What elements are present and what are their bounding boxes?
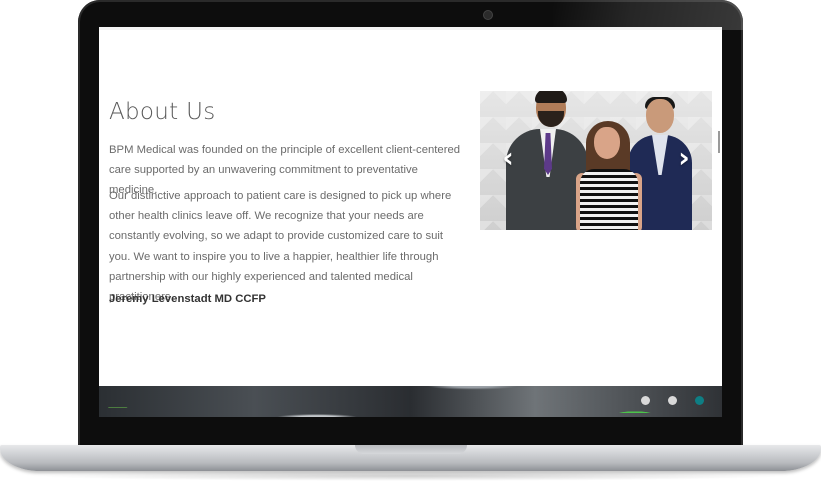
author-signature: Jeremy Levenstadt MD CCFP (109, 293, 266, 305)
image-slider[interactable]: ‹ › (480, 91, 712, 230)
photo-detail (646, 99, 674, 133)
lid-opening-notch (355, 445, 467, 454)
photo-detail (580, 169, 638, 230)
carousel-dot-3-active[interactable] (695, 396, 704, 405)
photo-detail (535, 91, 567, 103)
carousel-dot-2[interactable] (668, 396, 677, 405)
header-strip (99, 27, 722, 30)
chevron-right-icon[interactable]: › (674, 144, 694, 172)
carousel-dots (641, 396, 704, 405)
hero-banner (99, 386, 722, 417)
laptop-screen: About Us BPM Medical was founded on the … (99, 27, 722, 417)
chevron-left-icon[interactable]: ‹ (498, 144, 518, 172)
webcam-icon (484, 11, 492, 19)
about-paragraph-2: Our distinctive approach to patient care… (109, 190, 452, 304)
carousel-dot-1[interactable] (641, 396, 650, 405)
photo-detail (594, 127, 620, 159)
laptop-base (0, 445, 821, 471)
lid-glare (553, 0, 743, 30)
about-heading: About Us (109, 99, 216, 125)
laptop-shadow (30, 471, 791, 481)
scrollbar-thumb[interactable] (718, 131, 720, 153)
